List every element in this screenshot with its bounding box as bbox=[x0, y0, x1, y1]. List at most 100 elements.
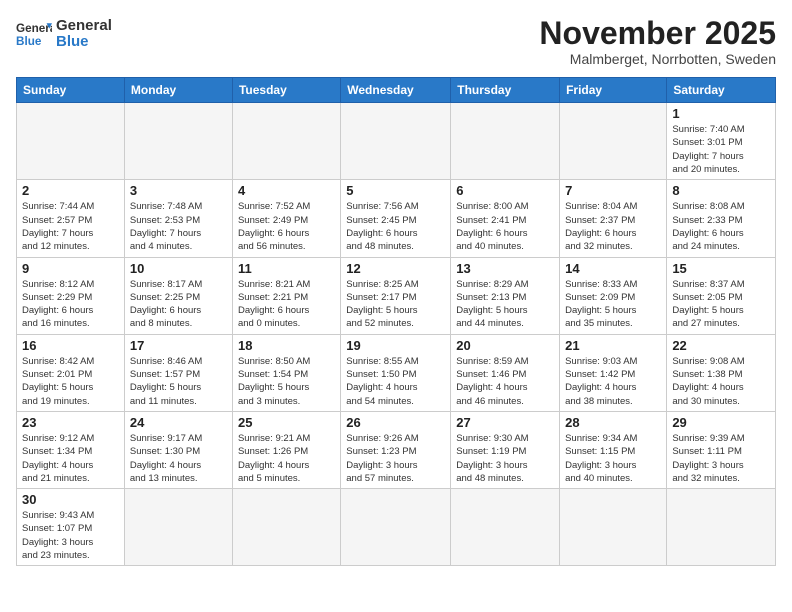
logo: General Blue General Blue bbox=[16, 16, 112, 52]
logo-general: General bbox=[56, 18, 112, 35]
calendar-cell: 14 Sunrise: 8:33 AM Sunset: 2:09 PM Dayli… bbox=[560, 257, 667, 334]
day-number: 25 bbox=[238, 415, 335, 430]
calendar-cell: 28 Sunrise: 9:34 AM Sunset: 1:15 PM Dayli… bbox=[560, 411, 667, 488]
day-info: Sunrise: 8:00 AM Sunset: 2:41 PM Dayligh… bbox=[456, 200, 554, 253]
day-number: 14 bbox=[565, 261, 661, 276]
day-number: 24 bbox=[130, 415, 227, 430]
calendar-cell: 3Sunrise: 7:48 AM Sunset: 2:53 PM Daylig… bbox=[124, 180, 232, 257]
day-info: Sunrise: 9:03 AM Sunset: 1:42 PM Dayligh… bbox=[565, 355, 661, 408]
weekday-header-thursday: Thursday bbox=[451, 78, 560, 103]
month-title: November 2025 bbox=[539, 16, 776, 51]
calendar-cell: 24 Sunrise: 9:17 AM Sunset: 1:30 PM Dayli… bbox=[124, 411, 232, 488]
day-info: Sunrise: 8:04 AM Sunset: 2:37 PM Dayligh… bbox=[565, 200, 661, 253]
weekday-header-tuesday: Tuesday bbox=[232, 78, 340, 103]
day-info: Sunrise: 9:26 AM Sunset: 1:23 PM Dayligh… bbox=[346, 432, 445, 485]
day-info: Sunrise: 9:21 AM Sunset: 1:26 PM Dayligh… bbox=[238, 432, 335, 485]
calendar-cell: 20Sunrise: 8:59 AM Sunset: 1:46 PM Dayli… bbox=[451, 334, 560, 411]
day-info: Sunrise: 8:33 AM Sunset: 2:09 PM Dayligh… bbox=[565, 278, 661, 331]
day-info: Sunrise: 9:08 AM Sunset: 1:38 PM Dayligh… bbox=[672, 355, 770, 408]
calendar-week-row: 23 Sunrise: 9:12 AM Sunset: 1:34 PM Dayli… bbox=[17, 411, 776, 488]
weekday-header-monday: Monday bbox=[124, 78, 232, 103]
calendar-cell bbox=[341, 489, 451, 566]
day-info: Sunrise: 8:37 AM Sunset: 2:05 PM Dayligh… bbox=[672, 278, 770, 331]
location-subtitle: Malmberget, Norrbotten, Sweden bbox=[539, 51, 776, 67]
day-number: 6 bbox=[456, 183, 554, 198]
calendar-cell: 5 Sunrise: 7:56 AM Sunset: 2:45 PM Daylig… bbox=[341, 180, 451, 257]
day-number: 10 bbox=[130, 261, 227, 276]
day-number: 23 bbox=[22, 415, 119, 430]
calendar-cell bbox=[124, 489, 232, 566]
calendar-cell: 29 Sunrise: 9:39 AM Sunset: 1:11 PM Dayli… bbox=[667, 411, 776, 488]
calendar-cell: 13Sunrise: 8:29 AM Sunset: 2:13 PM Dayli… bbox=[451, 257, 560, 334]
calendar-cell bbox=[232, 103, 340, 180]
header: General Blue General Blue November 2025 … bbox=[16, 16, 776, 67]
day-number: 3 bbox=[130, 183, 227, 198]
calendar-cell: 25 Sunrise: 9:21 AM Sunset: 1:26 PM Dayli… bbox=[232, 411, 340, 488]
calendar-cell: 19Sunrise: 8:55 AM Sunset: 1:50 PM Dayli… bbox=[341, 334, 451, 411]
weekday-header-wednesday: Wednesday bbox=[341, 78, 451, 103]
day-info: Sunrise: 8:42 AM Sunset: 2:01 PM Dayligh… bbox=[22, 355, 119, 408]
calendar-cell: 11Sunrise: 8:21 AM Sunset: 2:21 PM Dayli… bbox=[232, 257, 340, 334]
day-info: Sunrise: 9:12 AM Sunset: 1:34 PM Dayligh… bbox=[22, 432, 119, 485]
calendar-cell: 7Sunrise: 8:04 AM Sunset: 2:37 PM Daylig… bbox=[560, 180, 667, 257]
weekday-header-friday: Friday bbox=[560, 78, 667, 103]
day-number: 29 bbox=[672, 415, 770, 430]
calendar-cell bbox=[560, 103, 667, 180]
day-info: Sunrise: 9:17 AM Sunset: 1:30 PM Dayligh… bbox=[130, 432, 227, 485]
day-number: 16 bbox=[22, 338, 119, 353]
calendar-week-row: 9 Sunrise: 8:12 AM Sunset: 2:29 PM Daylig… bbox=[17, 257, 776, 334]
calendar-cell: 12Sunrise: 8:25 AM Sunset: 2:17 PM Dayli… bbox=[341, 257, 451, 334]
calendar-cell: 1Sunrise: 7:40 AM Sunset: 3:01 PM Daylig… bbox=[667, 103, 776, 180]
day-info: Sunrise: 8:46 AM Sunset: 1:57 PM Dayligh… bbox=[130, 355, 227, 408]
calendar-cell bbox=[124, 103, 232, 180]
weekday-header-sunday: Sunday bbox=[17, 78, 125, 103]
calendar-cell bbox=[667, 489, 776, 566]
calendar-cell: 2Sunrise: 7:44 AM Sunset: 2:57 PM Daylig… bbox=[17, 180, 125, 257]
calendar-cell: 18Sunrise: 8:50 AM Sunset: 1:54 PM Dayli… bbox=[232, 334, 340, 411]
weekday-header-row: SundayMondayTuesdayWednesdayThursdayFrid… bbox=[17, 78, 776, 103]
day-info: Sunrise: 8:50 AM Sunset: 1:54 PM Dayligh… bbox=[238, 355, 335, 408]
page: General Blue General Blue November 2025 … bbox=[0, 0, 792, 612]
calendar-cell: 16 Sunrise: 8:42 AM Sunset: 2:01 PM Dayli… bbox=[17, 334, 125, 411]
calendar-week-row: 30Sunrise: 9:43 AM Sunset: 1:07 PM Dayli… bbox=[17, 489, 776, 566]
calendar-cell: 10 Sunrise: 8:17 AM Sunset: 2:25 PM Dayli… bbox=[124, 257, 232, 334]
calendar-cell: 21Sunrise: 9:03 AM Sunset: 1:42 PM Dayli… bbox=[560, 334, 667, 411]
calendar-cell: 22Sunrise: 9:08 AM Sunset: 1:38 PM Dayli… bbox=[667, 334, 776, 411]
calendar-cell: 27 Sunrise: 9:30 AM Sunset: 1:19 PM Dayli… bbox=[451, 411, 560, 488]
calendar-cell bbox=[232, 489, 340, 566]
calendar-cell bbox=[451, 103, 560, 180]
day-info: Sunrise: 9:39 AM Sunset: 1:11 PM Dayligh… bbox=[672, 432, 770, 485]
day-number: 1 bbox=[672, 106, 770, 121]
day-number: 13 bbox=[456, 261, 554, 276]
day-number: 26 bbox=[346, 415, 445, 430]
calendar-cell: 26 Sunrise: 9:26 AM Sunset: 1:23 PM Dayli… bbox=[341, 411, 451, 488]
calendar-cell: 30Sunrise: 9:43 AM Sunset: 1:07 PM Dayli… bbox=[17, 489, 125, 566]
calendar-week-row: 16 Sunrise: 8:42 AM Sunset: 2:01 PM Dayli… bbox=[17, 334, 776, 411]
day-number: 8 bbox=[672, 183, 770, 198]
calendar-cell: 6 Sunrise: 8:00 AM Sunset: 2:41 PM Daylig… bbox=[451, 180, 560, 257]
day-info: Sunrise: 8:59 AM Sunset: 1:46 PM Dayligh… bbox=[456, 355, 554, 408]
day-number: 27 bbox=[456, 415, 554, 430]
day-number: 11 bbox=[238, 261, 335, 276]
day-number: 28 bbox=[565, 415, 661, 430]
day-number: 5 bbox=[346, 183, 445, 198]
calendar-cell: 8 Sunrise: 8:08 AM Sunset: 2:33 PM Daylig… bbox=[667, 180, 776, 257]
day-info: Sunrise: 8:12 AM Sunset: 2:29 PM Dayligh… bbox=[22, 278, 119, 331]
day-number: 17 bbox=[130, 338, 227, 353]
day-info: Sunrise: 8:08 AM Sunset: 2:33 PM Dayligh… bbox=[672, 200, 770, 253]
weekday-header-saturday: Saturday bbox=[667, 78, 776, 103]
day-info: Sunrise: 8:55 AM Sunset: 1:50 PM Dayligh… bbox=[346, 355, 445, 408]
calendar-cell: 4Sunrise: 7:52 AM Sunset: 2:49 PM Daylig… bbox=[232, 180, 340, 257]
calendar-cell bbox=[560, 489, 667, 566]
logo-blue: Blue bbox=[56, 34, 112, 51]
calendar-cell: 17 Sunrise: 8:46 AM Sunset: 1:57 PM Dayli… bbox=[124, 334, 232, 411]
calendar-table: SundayMondayTuesdayWednesdayThursdayFrid… bbox=[16, 77, 776, 566]
day-number: 9 bbox=[22, 261, 119, 276]
day-number: 4 bbox=[238, 183, 335, 198]
day-info: Sunrise: 9:30 AM Sunset: 1:19 PM Dayligh… bbox=[456, 432, 554, 485]
day-number: 12 bbox=[346, 261, 445, 276]
day-info: Sunrise: 8:17 AM Sunset: 2:25 PM Dayligh… bbox=[130, 278, 227, 331]
calendar-week-row: 2Sunrise: 7:44 AM Sunset: 2:57 PM Daylig… bbox=[17, 180, 776, 257]
day-info: Sunrise: 7:56 AM Sunset: 2:45 PM Dayligh… bbox=[346, 200, 445, 253]
day-info: Sunrise: 9:34 AM Sunset: 1:15 PM Dayligh… bbox=[565, 432, 661, 485]
